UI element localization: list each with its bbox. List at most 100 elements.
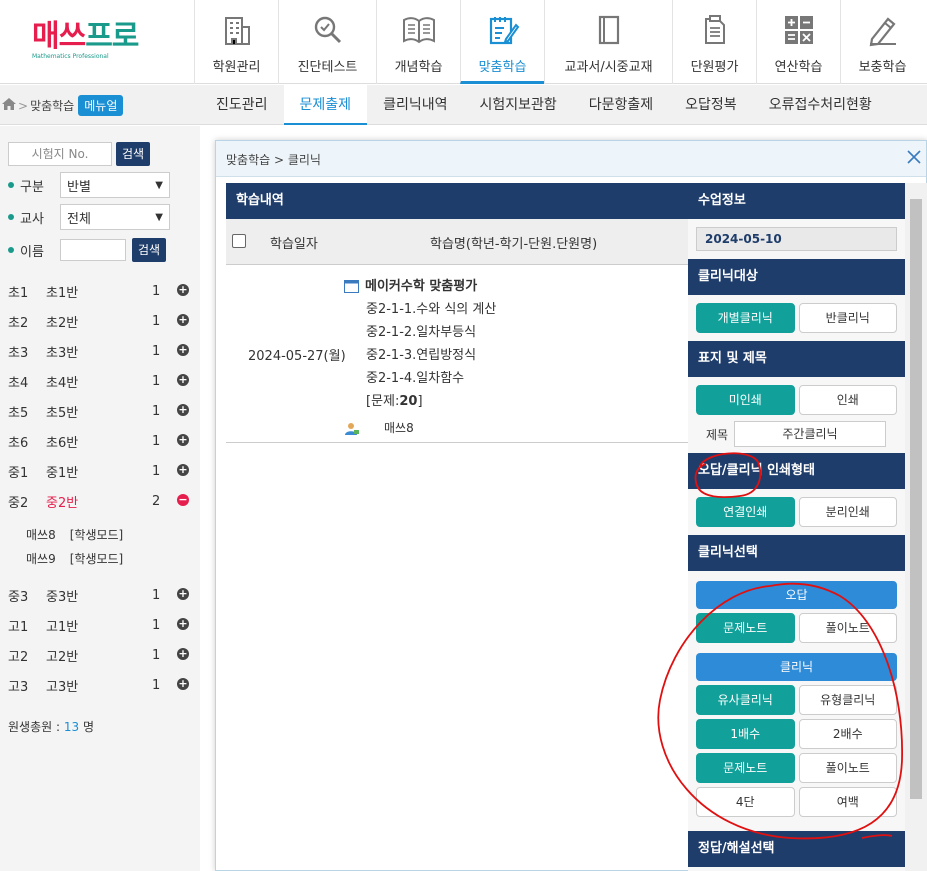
name-search-button[interactable]: 검색 (132, 238, 167, 262)
class-row[interactable]: 초3 초3반 1 + (0, 336, 200, 366)
margin-button[interactable]: 여백 (798, 787, 897, 817)
expand-icon[interactable]: + (177, 588, 189, 600)
manual-button[interactable]: 메뉴얼 (78, 95, 124, 116)
expand-icon[interactable]: + (177, 314, 189, 326)
class-row[interactable]: 초4 초4반 1 + (0, 366, 200, 396)
collapse-icon[interactable]: − (177, 494, 189, 506)
separate-print-button[interactable]: 분리인쇄 (798, 497, 897, 527)
expand-icon[interactable]: + (177, 678, 189, 690)
tab-6[interactable]: 오류접수처리현황 (753, 85, 888, 125)
row-date: 2024-05-27(월) (248, 349, 346, 364)
expand-icon[interactable]: + (177, 464, 189, 476)
class-count: 1 (152, 343, 161, 359)
class-row[interactable]: 고3 고3반 1 + (0, 670, 200, 700)
class-row[interactable]: 고1 고1반 1 + (0, 610, 200, 640)
class-clinic-button[interactable]: 반클리닉 (798, 303, 897, 333)
class-grade: 고1 (8, 619, 29, 635)
student-row[interactable]: 매쓰9 [학생모드] (0, 546, 200, 570)
scrollbar[interactable] (905, 183, 927, 871)
class-count: 1 (152, 647, 161, 663)
type-clinic-button[interactable]: 유형클리닉 (798, 685, 897, 715)
name-input[interactable] (60, 239, 126, 261)
nav-item-7[interactable]: 보충학습 (840, 0, 924, 84)
nav-item-label: 개념학습 (394, 60, 443, 75)
class-count: 1 (152, 677, 161, 693)
history-header: 학습내역 (226, 183, 688, 219)
scrollbar-thumb[interactable] (910, 199, 922, 799)
similar-clinic-button[interactable]: 유사클리닉 (696, 685, 795, 715)
class-row[interactable]: 고2 고2반 1 + (0, 640, 200, 670)
breadcrumb-current: 맞춤학습 (30, 99, 75, 113)
title-input[interactable]: 주간클리닉 (734, 421, 886, 447)
class-row[interactable]: 중3 중3반 1 + (0, 580, 200, 610)
nav-item-4[interactable]: 교과서/시중교재 (544, 0, 672, 84)
nav-item-1[interactable]: 진단테스트 (278, 0, 376, 84)
clinic-problem-note-button[interactable]: 문제노트 (696, 753, 795, 783)
home-icon[interactable] (2, 98, 16, 113)
nav-item-0[interactable]: 학원관리 (194, 0, 278, 84)
print-button[interactable]: 인쇄 (798, 385, 897, 415)
four-column-button[interactable]: 4단 (696, 787, 795, 817)
nav-item-2[interactable]: 개념학습 (376, 0, 460, 84)
class-name: 초6반 (46, 435, 79, 451)
expand-icon[interactable]: + (177, 434, 189, 446)
nav-item-label: 보충학습 (858, 60, 907, 75)
tab-4[interactable]: 다문항출제 (573, 85, 669, 125)
class-row[interactable]: 초2 초2반 1 + (0, 306, 200, 336)
expand-icon[interactable]: + (177, 374, 189, 386)
tab-1[interactable]: 문제출제 (283, 85, 368, 125)
clinic-solution-note-button[interactable]: 풀이노트 (798, 753, 897, 783)
multiple-1x-button[interactable]: 1배수 (696, 719, 795, 749)
class-grade: 초1 (8, 285, 29, 301)
class-row[interactable]: 초6 초6반 1 + (0, 426, 200, 456)
nav-item-5[interactable]: 단원평가 (672, 0, 756, 84)
table-row[interactable]: 2024-05-27(월) 메이커수학 맞춤평가 중2-1-1.수와 식의 계산… (226, 265, 688, 443)
tab-2[interactable]: 클리닉내역 (367, 85, 463, 125)
select-all-checkbox[interactable] (232, 234, 246, 248)
class-grade: 초3 (8, 345, 29, 361)
clinic-target-header: 클리닉대상 (688, 259, 905, 295)
expand-icon[interactable]: + (177, 618, 189, 630)
clinic-select-header: 클리닉선택 (688, 535, 905, 571)
category-select[interactable]: 반별 ▼ (60, 172, 170, 198)
class-row[interactable]: 초5 초5반 1 + (0, 396, 200, 426)
class-count: 1 (152, 283, 161, 299)
tab-0[interactable]: 진도관리 (200, 85, 284, 125)
expand-icon[interactable]: + (177, 284, 189, 296)
class-row[interactable]: 중1 중1반 1 + (0, 456, 200, 486)
building-icon (219, 12, 255, 48)
history-panel: 학습내역 학습일자 학습명(학년-학기-단원.단원명) 2024-05-27(월… (226, 183, 688, 871)
no-print-button[interactable]: 미인쇄 (696, 385, 795, 415)
teacher-select[interactable]: 전체 ▼ (60, 204, 170, 230)
row-count: [문제:20] (366, 394, 423, 409)
nav-item-label: 진단테스트 (297, 60, 358, 75)
sub-tabs: 진도관리 문제출제 클리닉내역 시험지보관함 다문항출제 오답정복 오류접수처리현황 (200, 85, 888, 125)
nav-item-3[interactable]: 맞춤학습 (460, 0, 544, 84)
class-name: 고2반 (46, 649, 79, 665)
logo[interactable]: 매쓰프로 Mathematics Professional (32, 22, 162, 66)
expand-icon[interactable]: + (177, 344, 189, 356)
student-row[interactable]: 매쓰8 [학생모드] (0, 522, 200, 546)
exam-search-button[interactable]: 검색 (116, 142, 151, 166)
close-icon[interactable] (904, 147, 924, 167)
class-row[interactable]: 초1 초1반 1 + (0, 276, 200, 306)
tab-5[interactable]: 오답정복 (669, 85, 753, 125)
wrong-answer-toggle[interactable]: 오답 (696, 581, 897, 609)
wrong-problem-note-button[interactable]: 문제노트 (696, 613, 795, 643)
multiple-2x-button[interactable]: 2배수 (798, 719, 897, 749)
clinic-toggle[interactable]: 클리닉 (696, 653, 897, 681)
class-grade: 초4 (8, 375, 29, 391)
tab-3[interactable]: 시험지보관함 (463, 85, 572, 125)
class-row[interactable]: 중2 중2반 2 − (0, 486, 200, 516)
expand-icon[interactable]: + (177, 648, 189, 660)
top-header: 매쓰프로 Mathematics Professional 학원관리 진단테스트 개… (0, 0, 927, 84)
nav-item-6[interactable]: 연산학습 (756, 0, 840, 84)
row-title[interactable]: 메이커수학 맞춤평가 (344, 275, 496, 298)
expand-icon[interactable]: + (177, 404, 189, 416)
individual-clinic-button[interactable]: 개별클리닉 (696, 303, 795, 333)
wrong-solution-note-button[interactable]: 풀이노트 (798, 613, 897, 643)
class-grade: 초2 (8, 315, 29, 331)
nav-item-label: 연산학습 (774, 60, 823, 75)
exam-number-input[interactable]: 시험지 No. (8, 142, 112, 166)
linked-print-button[interactable]: 연결인쇄 (696, 497, 795, 527)
